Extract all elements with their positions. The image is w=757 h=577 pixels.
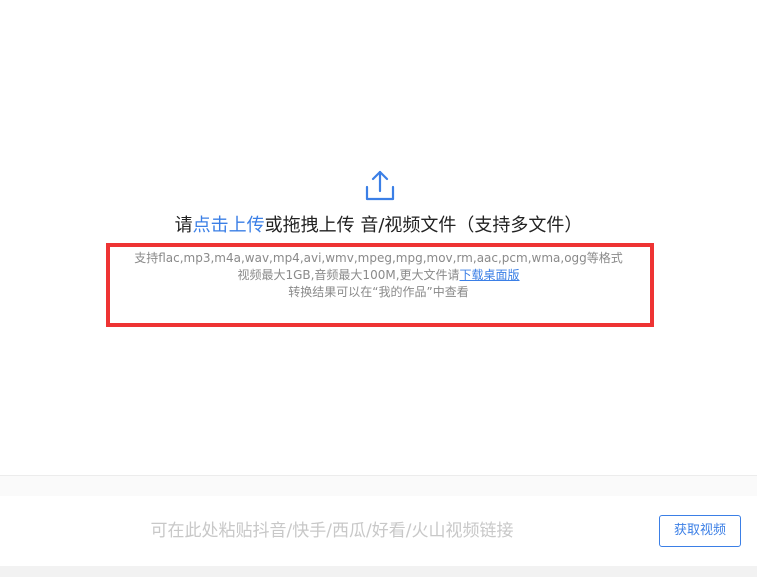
page: 请点击上传或拖拽上传 音/视频文件（支持多文件） 支持flac,mp3,m4a,… xyxy=(0,0,757,577)
fetch-video-button[interactable]: 获取视频 xyxy=(659,515,741,547)
supported-formats-text: 支持flac,mp3,m4a,wav,mp4,avi,wmv,mpeg,mpg,… xyxy=(134,251,623,265)
upload-prompt-suffix: 或拖拽上传 音/视频文件（支持多文件） xyxy=(264,215,583,236)
download-desktop-link[interactable]: 下载桌面版 xyxy=(460,268,520,282)
video-link-bar: 获取视频 xyxy=(0,496,757,566)
upload-info: 支持flac,mp3,m4a,wav,mp4,avi,wmv,mpeg,mpg,… xyxy=(0,250,757,301)
size-limits-line: 视频最大1GB,音频最大100M,更大文件请下载桌面版 xyxy=(0,267,757,284)
video-link-input[interactable] xyxy=(20,510,644,552)
result-location-text: 转换结果可以在“我的作品”中查看 xyxy=(288,285,469,299)
section-gap xyxy=(0,476,757,496)
upload-prompt-prefix: 请 xyxy=(174,215,193,236)
upload-prompt: 请点击上传或拖拽上传 音/视频文件（支持多文件） xyxy=(0,213,757,239)
upload-drop-zone[interactable]: 请点击上传或拖拽上传 音/视频文件（支持多文件） 支持flac,mp3,m4a,… xyxy=(0,0,757,476)
click-upload-link[interactable]: 点击上传 xyxy=(193,215,265,236)
upload-icon[interactable] xyxy=(362,168,398,204)
bottom-band xyxy=(0,566,757,577)
size-limits-text: 视频最大1GB,音频最大100M,更大文件请 xyxy=(237,268,460,282)
